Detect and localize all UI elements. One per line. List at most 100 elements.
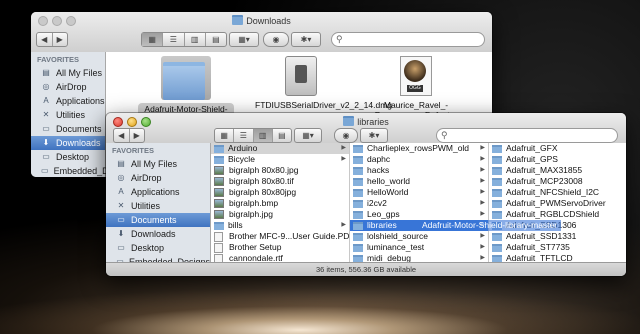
- coverflow-view-icon[interactable]: ▤: [206, 33, 226, 46]
- libraries-titlebar[interactable]: libraries ◀ ▶ ▦ ☰ ▥ ▤ ▦▾ ◉ ✱▾ ⚲: [106, 113, 626, 144]
- list-item[interactable]: lolshield_source ▶: [350, 231, 488, 242]
- list-item[interactable]: daphc ▶: [350, 154, 488, 165]
- sidebar: FAVORITES ▤ All My Files ◎ AirDrop A Applic…: [106, 143, 211, 267]
- document-icon: [214, 242, 223, 253]
- list-item[interactable]: Adafruit_NFCShield_I2C: [489, 187, 626, 198]
- column-2[interactable]: Charlieplex_rowsPWM_old ▶ daphc ▶ hacks ▶ hell…: [350, 143, 489, 263]
- list-item[interactable]: hacks ▶: [350, 165, 488, 176]
- list-item-label: Brother MFC-9...User Guide.PDF: [229, 231, 350, 241]
- list-item[interactable]: Brother Setup: [211, 242, 349, 253]
- downloads-titlebar[interactable]: Downloads ◀ ▶ ▦ ☰ ▥ ▤ ▦▾ ◉ ✱▾ ⚲: [31, 12, 492, 53]
- disclosure-arrow-icon: ▶: [480, 200, 485, 206]
- documents-icon: ▭: [117, 215, 125, 224]
- coverflow-view-icon[interactable]: ▤: [273, 129, 291, 142]
- back-forward-buttons[interactable]: ◀ ▶: [36, 32, 68, 47]
- list-item[interactable]: bigralph.jpg: [211, 209, 349, 220]
- file-item[interactable]: OGG Maurice_Ravel_-_Pavane_po...Defunte.…: [361, 56, 471, 120]
- list-item[interactable]: bigralph 80x80.jpg: [211, 165, 349, 176]
- libraries-window[interactable]: libraries ◀ ▶ ▦ ☰ ▥ ▤ ▦▾ ◉ ✱▾ ⚲ FAVORITE…: [106, 113, 626, 276]
- list-item[interactable]: bigralph.bmp: [211, 198, 349, 209]
- sidebar-item-embedded-designs[interactable]: ▭Embedded_Designs: [31, 164, 135, 177]
- airdrop-icon: ◎: [42, 82, 50, 91]
- list-item[interactable]: Adafruit_MAX31855: [489, 165, 626, 176]
- list-item-label: Adafruit_RGBLCDShield: [506, 209, 600, 219]
- sidebar-item-downloads[interactable]: ⬇ Downloads: [106, 227, 210, 241]
- drag-label: Adafruit-Motor-Shield-library-master: [418, 220, 562, 231]
- sidebar-item-applications[interactable]: A Applications: [31, 94, 105, 108]
- view-mode-buttons[interactable]: ▦ ☰ ▥ ▤: [214, 128, 292, 143]
- desktop-icon: ▭: [117, 243, 125, 252]
- sidebar-item-documents[interactable]: ▭ Documents: [31, 122, 105, 136]
- disclosure-arrow-icon: ▶: [480, 211, 485, 217]
- list-item[interactable]: Adafruit_RGBLCDShield: [489, 209, 626, 220]
- back-arrow-icon[interactable]: ◀: [37, 33, 53, 46]
- back-forward-buttons[interactable]: ◀ ▶: [113, 128, 145, 143]
- disclosure-arrow-icon: ▶: [480, 189, 485, 195]
- sidebar-item-applications[interactable]: A Applications: [106, 185, 210, 199]
- search-field[interactable]: ⚲: [331, 32, 485, 47]
- sidebar-item-desktop[interactable]: ▭ Desktop: [31, 150, 105, 164]
- sidebar-item-desktop[interactable]: ▭ Desktop: [106, 241, 210, 255]
- list-item[interactable]: Arduino ▶: [211, 143, 349, 154]
- sidebar-item-utilities[interactable]: ✕ Utilities: [31, 108, 105, 122]
- sidebar-item-utilities[interactable]: ✕ Utilities: [106, 199, 210, 213]
- action-button[interactable]: ✱▾: [360, 128, 388, 143]
- folder-icon: [492, 232, 502, 241]
- list-item[interactable]: HelloWorld ▶: [350, 187, 488, 198]
- list-item[interactable]: Adafruit_GFX: [489, 143, 626, 154]
- file-item[interactable]: FTDIUSBSerialDriver_v2_2_14.dmg: [246, 56, 392, 110]
- list-item[interactable]: Leo_gps ▶: [350, 209, 488, 220]
- list-item-label: luminance_test: [367, 242, 425, 252]
- list-view-icon[interactable]: ☰: [163, 33, 185, 46]
- list-view-icon[interactable]: ☰: [234, 129, 254, 142]
- column-view-icon[interactable]: ▥: [185, 33, 206, 46]
- column-1[interactable]: Arduino ▶ Bicycle ▶ bigralph 80x80.jpg bigral…: [211, 143, 350, 263]
- folder-icon: [214, 221, 224, 230]
- disclosure-arrow-icon: ▶: [480, 178, 485, 184]
- list-item[interactable]: bills ▶: [211, 220, 349, 231]
- list-item-label: Brother Setup: [229, 242, 282, 252]
- list-item-label: hello_world: [367, 176, 410, 186]
- downloads-icon: ⬇: [117, 229, 125, 238]
- list-item[interactable]: Adafruit_ST7735: [489, 242, 626, 253]
- list-item-label: hacks: [367, 165, 390, 175]
- action-button[interactable]: ✱▾: [291, 32, 321, 47]
- quicklook-button[interactable]: ◉: [334, 128, 358, 143]
- column-view-icon[interactable]: ▥: [253, 129, 273, 142]
- list-item[interactable]: bigralph 80x80.tif: [211, 176, 349, 187]
- icon-view-icon[interactable]: ▦: [142, 33, 164, 46]
- sidebar-item-documents[interactable]: ▭ Documents: [106, 213, 210, 227]
- eye-icon: ◉: [342, 131, 350, 140]
- sidebar-item-airdrop[interactable]: ◎ AirDrop: [106, 171, 210, 185]
- list-item[interactable]: Brother MFC-9...User Guide.PDF: [211, 231, 349, 242]
- icon-view-icon[interactable]: ▦: [215, 129, 235, 142]
- quicklook-button[interactable]: ◉: [263, 32, 289, 47]
- sidebar-item-airdrop[interactable]: ◎ AirDrop: [31, 80, 105, 94]
- list-item[interactable]: Adafruit_GPS: [489, 154, 626, 165]
- list-item[interactable]: Charlieplex_rowsPWM_old ▶: [350, 143, 488, 154]
- list-item[interactable]: i2cv2 ▶: [350, 198, 488, 209]
- view-mode-buttons[interactable]: ▦ ☰ ▥ ▤: [141, 32, 227, 47]
- downloads-icon: ⬇: [42, 138, 50, 147]
- list-item[interactable]: hello_world ▶: [350, 176, 488, 187]
- search-field[interactable]: ⚲: [436, 128, 618, 143]
- sidebar-item-downloads[interactable]: ⬇ Downloads: [31, 136, 105, 150]
- arrange-button[interactable]: ▦▾: [229, 32, 259, 47]
- list-item[interactable]: Adafruit_SSD1331: [489, 231, 626, 242]
- list-item[interactable]: bigralph 80x80jpg: [211, 187, 349, 198]
- column-3[interactable]: Adafruit_GFX Adafruit_GPS Adafruit_MAX3185…: [489, 143, 626, 263]
- utilities-icon: ✕: [117, 201, 125, 210]
- folder-icon: [232, 15, 244, 25]
- back-arrow-icon[interactable]: ◀: [114, 129, 130, 142]
- list-item[interactable]: Adafruit_PWMServoDriver: [489, 198, 626, 209]
- list-item[interactable]: Adafruit_MCP23008: [489, 176, 626, 187]
- list-item-label: HelloWorld: [367, 187, 409, 197]
- sidebar-item-all-my-files[interactable]: ▤ All My Files: [106, 157, 210, 171]
- window-title: libraries: [106, 116, 626, 127]
- list-item[interactable]: Bicycle ▶: [211, 154, 349, 165]
- forward-arrow-icon[interactable]: ▶: [130, 129, 145, 142]
- arrange-button[interactable]: ▦▾: [294, 128, 322, 143]
- sidebar-item-all-my-files[interactable]: ▤ All My Files: [31, 66, 105, 80]
- list-item[interactable]: luminance_test ▶: [350, 242, 488, 253]
- forward-arrow-icon[interactable]: ▶: [53, 33, 68, 46]
